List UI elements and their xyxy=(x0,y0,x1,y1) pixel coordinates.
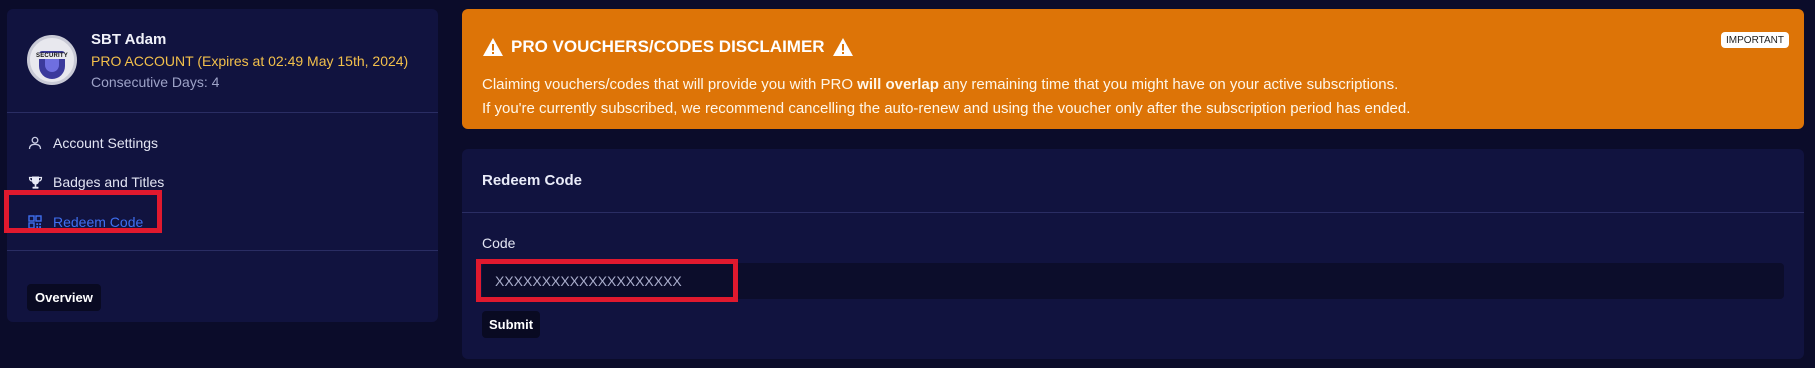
user-icon xyxy=(27,135,43,151)
disclaimer-title-row: PRO VOUCHERS/CODES DISCLAIMER xyxy=(482,37,861,57)
code-label: Code xyxy=(482,235,516,251)
disclaimer-text-line-1: Claiming vouchers/codes that will provid… xyxy=(482,76,1399,93)
warning-icon xyxy=(482,37,504,57)
profile-plan: PRO ACCOUNT (Expires at 02:49 May 15th, … xyxy=(91,53,409,69)
profile-streak: Consecutive Days: 4 xyxy=(91,74,220,90)
sidebar: SECURITY SBT Adam PRO ACCOUNT (Expires a… xyxy=(7,9,438,322)
avatar-text: SECURITY xyxy=(30,53,74,59)
sidebar-nav: Account Settings Badges and Titles Redee… xyxy=(7,113,438,251)
important-badge: IMPORTANT xyxy=(1721,32,1789,48)
submit-button[interactable]: Submit xyxy=(482,311,541,338)
avatar: SECURITY xyxy=(27,35,77,85)
disclaimer-text-line-2: If you're currently subscribed, we recom… xyxy=(482,100,1411,117)
disclaimer-emphasis: will overlap xyxy=(857,76,939,93)
sidebar-item-account-settings[interactable]: Account Settings xyxy=(27,131,158,155)
profile-name: SBT Adam xyxy=(91,31,167,48)
sidebar-item-redeem-code[interactable]: Redeem Code xyxy=(27,210,143,234)
card-title: Redeem Code xyxy=(482,172,583,189)
sidebar-item-badges-and-titles[interactable]: Badges and Titles xyxy=(27,170,164,194)
code-input[interactable] xyxy=(482,263,1784,299)
sidebar-item-label: Account Settings xyxy=(53,135,159,151)
overview-button[interactable]: Overview xyxy=(27,284,101,311)
profile-section: SECURITY SBT Adam PRO ACCOUNT (Expires a… xyxy=(7,9,438,113)
disclaimer-banner: PRO VOUCHERS/CODES DISCLAIMER IMPORTANT … xyxy=(462,9,1804,129)
card-header: Redeem Code xyxy=(462,149,1804,213)
sidebar-item-label: Badges and Titles xyxy=(53,174,165,190)
disclaimer-title: PRO VOUCHERS/CODES DISCLAIMER xyxy=(511,37,825,56)
redeem-code-card: Redeem Code Code Submit xyxy=(462,149,1804,359)
warning-icon xyxy=(832,37,854,57)
trophy-icon xyxy=(27,174,43,190)
sidebar-item-label: Redeem Code xyxy=(53,214,144,230)
qr-code-icon xyxy=(27,214,43,230)
